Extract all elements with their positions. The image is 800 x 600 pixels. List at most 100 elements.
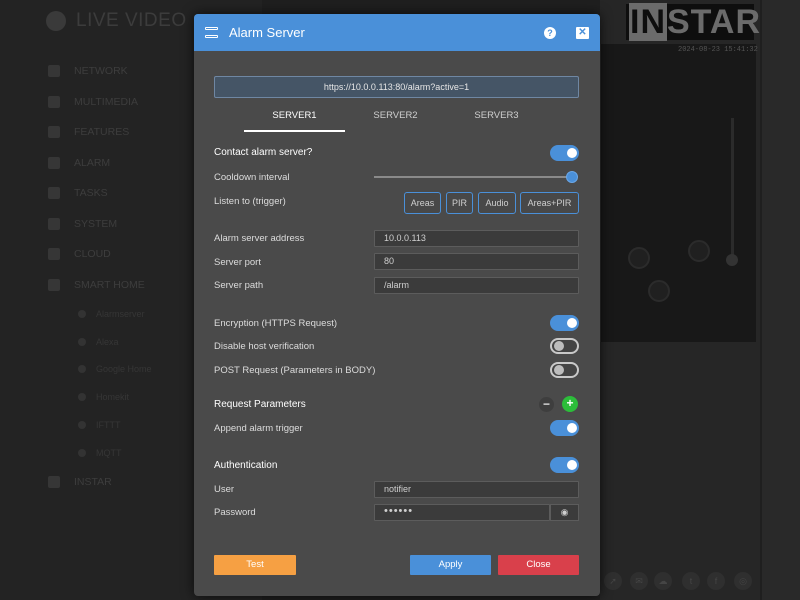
sidebar-item-label: MULTIMEDIA xyxy=(74,95,138,108)
remove-parameter-button[interactable]: − xyxy=(539,397,554,412)
encryption-label: Encryption (HTTPS Request) xyxy=(214,318,338,329)
ptz-down-icon[interactable] xyxy=(648,280,670,302)
toggle-knob xyxy=(567,423,577,433)
tasks-icon xyxy=(48,187,60,200)
ifttt-icon xyxy=(78,421,86,430)
contact-label: Contact alarm server? xyxy=(214,147,313,158)
cooldown-slider-track[interactable] xyxy=(374,176,574,178)
instar-icon xyxy=(48,476,60,489)
post-toggle[interactable] xyxy=(550,362,579,378)
toggle-knob xyxy=(567,460,577,470)
bell-icon xyxy=(48,156,60,169)
right-bar xyxy=(762,0,800,600)
close-icon[interactable]: ✕ xyxy=(576,26,589,39)
app-header: LIVE VIDEO xyxy=(46,10,187,32)
sidebar-item-label: SMART HOME xyxy=(74,278,145,291)
post-label: POST Request (Parameters in BODY) xyxy=(214,365,376,376)
trigger-pir-button[interactable]: PIR xyxy=(446,192,473,214)
port-field[interactable]: 80 xyxy=(374,253,579,270)
cooldown-slider-handle[interactable] xyxy=(566,171,578,183)
zoom-icon[interactable] xyxy=(688,240,710,262)
trigger-audio-button[interactable]: Audio xyxy=(478,192,516,214)
cloud-icon[interactable]: ☁ xyxy=(654,572,672,590)
user-label: User xyxy=(214,484,235,495)
sidebar-item-label: NETWORK xyxy=(74,65,128,78)
add-parameter-button[interactable]: + xyxy=(562,396,578,412)
server-icon xyxy=(205,27,218,38)
dialog-header: Alarm Server ? ✕ xyxy=(194,14,600,51)
home-icon xyxy=(78,393,86,402)
sidebar-item-label: ALARM xyxy=(74,156,111,169)
sidebar-item-label: INSTAR xyxy=(74,476,112,489)
share-icon[interactable]: ➚ xyxy=(604,572,622,590)
features-icon xyxy=(48,126,60,139)
alarm-server-dialog: Alarm Server ? ✕ https://10.0.0.113:80/a… xyxy=(194,14,600,596)
sidebar-item-label: CLOUD xyxy=(74,248,111,261)
password-field[interactable]: •••••• xyxy=(374,504,550,521)
listen-label: Listen to (trigger) xyxy=(214,196,286,207)
facebook-icon[interactable]: f xyxy=(707,572,725,590)
auth-label: Authentication xyxy=(214,460,278,471)
append-label: Append alarm trigger xyxy=(214,423,303,434)
sidebar-item-label: FEATURES xyxy=(74,126,130,139)
zoom-slider-track[interactable] xyxy=(731,118,734,258)
address-label: Alarm server address xyxy=(214,233,305,244)
show-password-icon[interactable]: ◉ xyxy=(550,504,579,521)
encryption-toggle[interactable] xyxy=(550,315,579,331)
sidebar-subitem-label: MQTT xyxy=(96,447,122,458)
sidebar-subitem-label: Google Home xyxy=(96,364,152,375)
toggle-knob xyxy=(554,365,564,375)
path-label: Server path xyxy=(214,280,264,291)
instar-logo: INSTAR xyxy=(626,3,760,41)
trigger-areas-button[interactable]: Areas xyxy=(404,192,441,214)
server-tabs: SERVER1 SERVER2 SERVER3 xyxy=(244,108,548,132)
google-icon xyxy=(78,365,86,374)
mqtt-icon xyxy=(78,448,86,457)
path-field[interactable]: /alarm xyxy=(374,277,579,294)
network-icon xyxy=(48,65,60,78)
sidebar-subitem-label: Alexa xyxy=(96,336,119,347)
play-icon xyxy=(46,11,66,31)
tab-server2[interactable]: SERVER2 xyxy=(345,108,446,132)
sidebar-item-label: SYSTEM xyxy=(74,217,118,230)
sidebar-subitem-label: Homekit xyxy=(96,392,130,403)
dialog-title: Alarm Server xyxy=(229,25,305,40)
params-label: Request Parameters xyxy=(214,399,306,410)
sidebar-subitem-label: Alarmserver xyxy=(96,308,145,319)
toggle-knob xyxy=(567,148,577,158)
app-title: LIVE VIDEO xyxy=(76,10,187,31)
contact-toggle[interactable] xyxy=(550,145,579,161)
address-field[interactable]: 10.0.0.113 xyxy=(374,230,579,247)
help-icon[interactable]: ? xyxy=(544,26,556,39)
sidebar-subitem-label: IFTTT xyxy=(96,420,121,431)
smart-home-icon xyxy=(48,278,60,291)
hostverify-toggle[interactable] xyxy=(550,338,579,354)
zoom-slider-handle[interactable] xyxy=(726,254,738,266)
append-toggle[interactable] xyxy=(550,420,579,436)
tab-server3[interactable]: SERVER3 xyxy=(446,108,547,132)
system-icon xyxy=(48,217,60,230)
multimedia-icon xyxy=(48,95,60,108)
alexa-icon xyxy=(78,337,86,346)
toggle-knob xyxy=(554,341,564,351)
tab-server1[interactable]: SERVER1 xyxy=(244,108,345,132)
close-button[interactable]: Close xyxy=(498,555,579,575)
password-label: Password xyxy=(214,507,256,518)
trigger-areas-pir-button[interactable]: Areas+PIR xyxy=(520,192,579,214)
hostverify-label: Disable host verification xyxy=(214,341,315,352)
chat-icon[interactable]: ✉ xyxy=(630,572,648,590)
port-label: Server port xyxy=(214,257,261,268)
auth-toggle[interactable] xyxy=(550,457,579,473)
alarmserver-icon xyxy=(78,309,86,318)
ptz-left-icon[interactable] xyxy=(628,247,650,269)
sidebar-item-label: TASKS xyxy=(74,187,108,200)
user-field[interactable]: notifier xyxy=(374,481,579,498)
video-timestamp: 2024-08-23 15:41:32 xyxy=(678,46,758,54)
apply-button[interactable]: Apply xyxy=(410,555,491,575)
instagram-icon[interactable]: ◎ xyxy=(734,572,752,590)
alarm-url-display: https://10.0.0.113:80/alarm?active=1 xyxy=(214,76,579,98)
twitter-icon[interactable]: t xyxy=(682,572,700,590)
test-button[interactable]: Test xyxy=(214,555,296,575)
toggle-knob xyxy=(567,318,577,328)
cooldown-label: Cooldown interval xyxy=(214,172,290,183)
